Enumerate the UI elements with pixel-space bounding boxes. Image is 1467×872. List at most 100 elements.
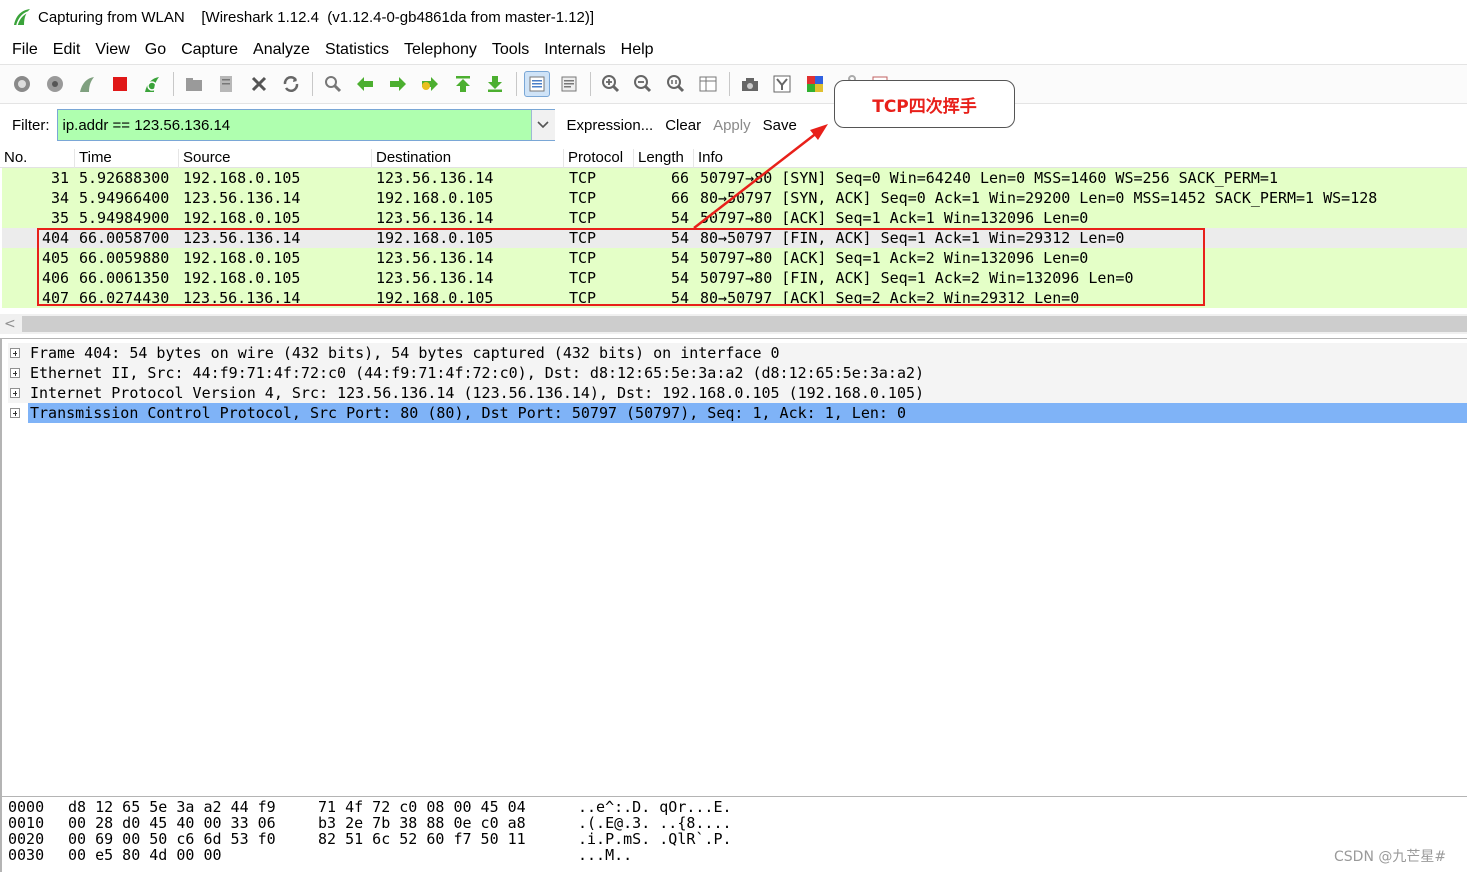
packet-row[interactable]: 407 66.0274430 123.56.136.14 192.168.0.1… — [2, 288, 1467, 308]
bytes-offset: 0020 — [8, 830, 45, 848]
options-icon[interactable] — [42, 71, 68, 97]
bytes-ascii: .(.E@.3. ..{8.... — [578, 814, 732, 832]
detail-text: Transmission Control Protocol, Src Port:… — [28, 403, 1467, 423]
menu-statistics[interactable]: Statistics — [325, 41, 389, 59]
cell-source: 192.168.0.105 — [183, 209, 301, 227]
cell-no: 407 — [42, 289, 70, 307]
go-first-icon[interactable] — [450, 71, 476, 97]
packet-row-selected[interactable]: 404 66.0058700 123.56.136.14 192.168.0.1… — [2, 228, 1467, 248]
autoscroll-icon[interactable] — [556, 71, 582, 97]
callout-text: TCP四次挥手 — [872, 96, 977, 117]
clear-button[interactable]: Clear — [665, 117, 701, 134]
expand-icon[interactable] — [10, 348, 20, 358]
filter-dropdown-button[interactable] — [530, 110, 555, 140]
go-to-packet-icon[interactable] — [417, 71, 443, 97]
reload-icon[interactable] — [278, 71, 304, 97]
bytes-hex: b3 2e 7b 38 88 0e c0 a8 — [318, 814, 526, 832]
go-forward-icon[interactable] — [385, 71, 411, 97]
detail-tree-item-ip[interactable]: Internet Protocol Version 4, Src: 123.56… — [8, 383, 1467, 403]
menu-help[interactable]: Help — [621, 41, 654, 59]
expand-icon[interactable] — [10, 408, 20, 418]
menu-tools[interactable]: Tools — [492, 41, 529, 59]
column-header-time[interactable]: Time — [74, 149, 178, 168]
scrollbar-thumb[interactable] — [22, 316, 1467, 332]
column-header-no[interactable]: No. — [0, 149, 75, 168]
cell-protocol: TCP — [569, 229, 597, 247]
column-header-info[interactable]: Info — [693, 149, 1467, 168]
cell-length: 54 — [671, 289, 690, 307]
cell-info: 80→50797 [ACK] Seq=2 Ack=2 Win=29312 Len… — [700, 289, 1080, 307]
detail-text: Ethernet II, Src: 44:f9:71:4f:72:c0 (44:… — [30, 364, 925, 382]
find-packet-icon[interactable] — [320, 71, 346, 97]
packet-row[interactable]: 31 5.92688300 192.168.0.105 123.56.136.1… — [2, 168, 1467, 188]
go-back-icon[interactable] — [352, 71, 378, 97]
toolbar-separator — [515, 72, 517, 96]
go-last-icon[interactable] — [482, 71, 508, 97]
detail-tree-item-frame[interactable]: Frame 404: 54 bytes on wire (432 bits), … — [8, 343, 1467, 363]
column-header-length[interactable]: Length — [633, 149, 693, 168]
save-button[interactable]: Save — [763, 117, 797, 134]
menu-view[interactable]: View — [95, 41, 129, 59]
colorize-icon[interactable] — [523, 71, 550, 97]
menu-telephony[interactable]: Telephony — [404, 41, 477, 59]
close-file-icon[interactable] — [246, 71, 272, 97]
menu-capture[interactable]: Capture — [181, 41, 238, 59]
resize-columns-icon[interactable] — [695, 71, 721, 97]
apply-button[interactable]: Apply — [713, 117, 751, 134]
packet-row[interactable]: 406 66.0061350 192.168.0.105 123.56.136.… — [2, 268, 1467, 288]
bytes-ascii: ...M.. — [578, 846, 633, 864]
cell-info: 50797→80 [FIN, ACK] Seq=1 Ack=2 Win=1320… — [700, 269, 1134, 287]
window-title: Capturing from WLAN [Wireshark 1.12.4 (v… — [38, 8, 595, 26]
packet-row[interactable]: 35 5.94984900 192.168.0.105 123.56.136.1… — [2, 208, 1467, 228]
capture-filters-icon[interactable] — [737, 71, 763, 97]
cell-time: 5.94966400 — [79, 189, 170, 207]
interfaces-icon[interactable] — [9, 71, 35, 97]
expand-icon[interactable] — [10, 388, 20, 398]
bytes-row: 0000 d8 12 65 5e 3a a2 44 f9 71 4f 72 c0… — [8, 799, 732, 815]
cell-no: 31 — [51, 169, 70, 187]
cell-destination: 123.56.136.14 — [376, 269, 494, 287]
cell-no: 35 — [51, 209, 70, 227]
column-header-destination[interactable]: Destination — [371, 149, 563, 168]
cell-time: 66.0061350 — [79, 269, 170, 287]
zoom-normal-icon[interactable] — [663, 71, 689, 97]
cell-info: 50797→80 [SYN] Seq=0 Win=64240 Len=0 MSS… — [700, 169, 1278, 187]
cell-destination: 123.56.136.14 — [376, 169, 494, 187]
menu-bar: File Edit View Go Capture Analyze Statis… — [0, 36, 1467, 64]
packet-row[interactable]: 405 66.0059880 192.168.0.105 123.56.136.… — [2, 248, 1467, 268]
stop-capture-icon[interactable] — [107, 71, 133, 97]
start-capture-icon[interactable] — [74, 71, 100, 97]
cell-source: 192.168.0.105 — [183, 249, 301, 267]
detail-text: Internet Protocol Version 4, Src: 123.56… — [30, 384, 925, 402]
display-filter-input[interactable] — [57, 110, 528, 140]
cell-time: 66.0058700 — [79, 229, 170, 247]
zoom-in-icon[interactable] — [598, 71, 624, 97]
menu-go[interactable]: Go — [145, 41, 166, 59]
detail-tree-item-ethernet[interactable]: Ethernet II, Src: 44:f9:71:4f:72:c0 (44:… — [8, 363, 1467, 383]
display-filters-icon[interactable] — [769, 71, 795, 97]
packet-row[interactable]: 34 5.94966400 123.56.136.14 192.168.0.10… — [2, 188, 1467, 208]
menu-file[interactable]: File — [12, 41, 38, 59]
menu-analyze[interactable]: Analyze — [253, 41, 310, 59]
toolbar-separator — [728, 72, 730, 96]
column-header-source[interactable]: Source — [178, 149, 371, 168]
restart-capture-icon[interactable] — [139, 71, 165, 97]
zoom-out-icon[interactable] — [630, 71, 656, 97]
expand-icon[interactable] — [10, 368, 20, 378]
coloring-rules-icon[interactable] — [802, 71, 828, 97]
filter-combo[interactable] — [56, 109, 555, 141]
detail-tree-item-tcp-selected[interactable]: Transmission Control Protocol, Src Port:… — [8, 403, 1467, 423]
open-file-icon[interactable] — [181, 71, 207, 97]
cell-protocol: TCP — [569, 249, 597, 267]
column-header-protocol[interactable]: Protocol — [563, 149, 633, 168]
cell-destination: 123.56.136.14 — [376, 209, 494, 227]
save-file-icon[interactable] — [213, 71, 239, 97]
menu-edit[interactable]: Edit — [53, 41, 81, 59]
expression-button[interactable]: Expression... — [567, 117, 654, 134]
packet-list-hscrollbar[interactable]: < — [0, 314, 1467, 334]
cell-source: 192.168.0.105 — [183, 169, 301, 187]
bytes-hex: 71 4f 72 c0 08 00 45 04 — [318, 798, 526, 816]
menu-internals[interactable]: Internals — [544, 41, 605, 59]
cell-info: 80→50797 [SYN, ACK] Seq=0 Ack=1 Win=2920… — [700, 189, 1378, 207]
scroll-left-icon[interactable]: < — [4, 316, 16, 332]
